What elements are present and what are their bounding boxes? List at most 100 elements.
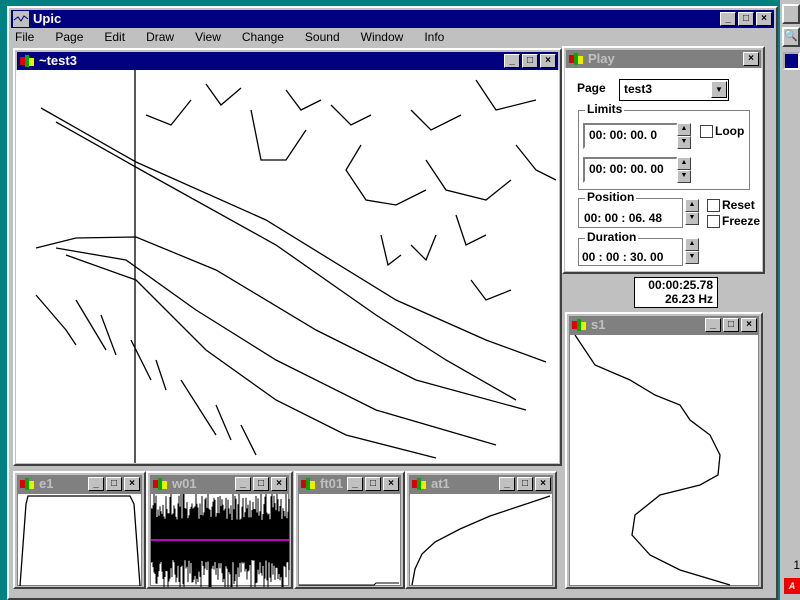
close-button[interactable]: × (271, 477, 287, 491)
maximize-button[interactable]: □ (723, 318, 739, 332)
waveform (151, 494, 290, 587)
minimize-button[interactable]: _ (720, 12, 736, 26)
position-label: Position (585, 190, 637, 204)
e1-title-bar[interactable]: e1 _ □ × (17, 475, 142, 493)
s1-title: s1 (591, 317, 606, 332)
canvas-window: ~test3 _ □ × (13, 48, 562, 466)
freeze-label: Freeze (722, 214, 761, 228)
canvas-title: ~test3 (39, 53, 77, 68)
close-button[interactable]: × (540, 54, 556, 68)
s1-title-bar[interactable]: s1 _ □ × (569, 316, 759, 334)
menu-change[interactable]: Change (242, 30, 284, 44)
page-label: Page (577, 81, 606, 95)
limit-end-spinner[interactable]: ▲ ▼ (677, 157, 691, 183)
dropdown-arrow-icon[interactable]: ▼ (711, 81, 727, 98)
limit-start-field[interactable]: 00: 00: 00. 0 (583, 123, 678, 149)
window-icon (572, 319, 586, 331)
maximize-button[interactable]: □ (106, 477, 122, 491)
close-button[interactable]: × (535, 477, 551, 491)
readout-frequency: 26.23 Hz (664, 292, 713, 306)
ft01-window: ft01 _ □ × (294, 471, 405, 589)
at1-title-bar[interactable]: at1 _ □ × (409, 475, 553, 493)
at1-title: at1 (431, 476, 450, 491)
close-button[interactable]: × (756, 12, 772, 26)
menu-sound[interactable]: Sound (305, 30, 340, 44)
w01-title-bar[interactable]: w01 _ □ × (150, 475, 289, 493)
minimize-button[interactable]: _ (347, 477, 363, 491)
menu-info[interactable]: Info (424, 30, 444, 44)
e1-plot (17, 493, 142, 587)
freeze-checkbox[interactable] (707, 215, 720, 228)
at1-window: at1 _ □ × (405, 471, 557, 589)
duration-label: Duration (585, 230, 639, 244)
window-icon (153, 478, 167, 490)
upic-app-icon (13, 11, 29, 27)
duration-value[interactable]: 00 : 00 : 30. 00 (582, 250, 663, 264)
minimize-button[interactable]: _ (499, 477, 515, 491)
s1-plot (569, 334, 759, 586)
close-button[interactable]: × (124, 477, 140, 491)
ati-logo-icon[interactable]: A (784, 578, 800, 594)
maximize-button[interactable]: □ (738, 12, 754, 26)
maximize-button[interactable]: □ (522, 54, 538, 68)
w01-window: w01 _ □ × (146, 471, 293, 589)
page-select[interactable]: test3 ▼ (619, 79, 729, 101)
at1-plot (409, 493, 553, 586)
window-icon (569, 53, 583, 65)
menu-window[interactable]: Window (361, 30, 404, 44)
menu-edit[interactable]: Edit (104, 30, 125, 44)
menu-file[interactable]: File (15, 30, 34, 44)
maximize-button[interactable]: □ (517, 477, 533, 491)
window-icon (412, 478, 426, 490)
s1-window: s1 _ □ × (565, 312, 763, 589)
reset-checkbox[interactable] (707, 199, 720, 212)
drawing-strokes (35, 70, 557, 463)
at1-curve (411, 495, 551, 586)
limits-label: Limits (585, 102, 625, 116)
window-icon (20, 478, 34, 490)
position-spinner[interactable]: ▲ ▼ (685, 199, 699, 225)
minimize-button[interactable]: _ (88, 477, 104, 491)
loop-checkbox[interactable] (700, 125, 713, 138)
menu-bar: File Page Edit Draw View Change Sound Window Inf… (15, 30, 465, 44)
taskbar-search-icon[interactable]: 🔍 (782, 27, 800, 47)
tray-counter: 1 (793, 558, 800, 572)
taskbar-upic-icon[interactable] (783, 52, 800, 70)
ft01-title: ft01 (320, 476, 344, 491)
minimize-button[interactable]: _ (504, 54, 520, 68)
e1-title: e1 (39, 476, 54, 491)
limit-start-spinner[interactable]: ▲ ▼ (677, 123, 691, 149)
maximize-button[interactable]: □ (365, 477, 381, 491)
window-icon (20, 55, 34, 67)
duration-spinner[interactable]: ▲ ▼ (685, 238, 699, 264)
play-title-bar[interactable]: Play × (566, 50, 761, 68)
time-readout: 00:00:25.78 26.23 Hz (634, 277, 718, 308)
position-value[interactable]: 00: 00 : 06. 48 (584, 211, 662, 225)
side-taskbar: 🔍 1 A (780, 0, 800, 600)
w01-plot (150, 493, 290, 587)
maximize-button[interactable]: □ (253, 477, 269, 491)
taskbar-app-icon[interactable] (782, 4, 800, 24)
close-button[interactable]: × (741, 318, 757, 332)
limit-end-field[interactable]: 00: 00: 00. 00 (583, 157, 678, 183)
menu-page[interactable]: Page (55, 30, 83, 44)
canvas-title-bar[interactable]: ~test3 _ □ × (17, 52, 558, 70)
e1-window: e1 _ □ × (13, 471, 146, 589)
envelope-curve (19, 495, 141, 587)
ft01-title-bar[interactable]: ft01 _ □ × (298, 475, 401, 493)
minimize-button[interactable]: _ (705, 318, 721, 332)
ft01-curve (299, 582, 399, 586)
close-button[interactable]: × (743, 52, 759, 66)
drawing-canvas[interactable] (16, 70, 559, 463)
readout-time: 00:00:25.78 (648, 278, 713, 292)
app-title-bar[interactable]: Upic _ □ × (11, 10, 774, 28)
play-panel: Play × Page test3 ▼ Limits 00: 00: 00. 0… (562, 46, 765, 274)
menu-view[interactable]: View (195, 30, 221, 44)
w01-title: w01 (172, 476, 197, 491)
play-body: Page test3 ▼ Limits 00: 00: 00. 0 ▲ ▼ Loo… (565, 68, 762, 271)
close-button[interactable]: × (383, 477, 399, 491)
menu-draw[interactable]: Draw (146, 30, 174, 44)
ft01-plot (298, 493, 401, 586)
minimize-button[interactable]: _ (235, 477, 251, 491)
app-title: Upic (33, 11, 62, 26)
